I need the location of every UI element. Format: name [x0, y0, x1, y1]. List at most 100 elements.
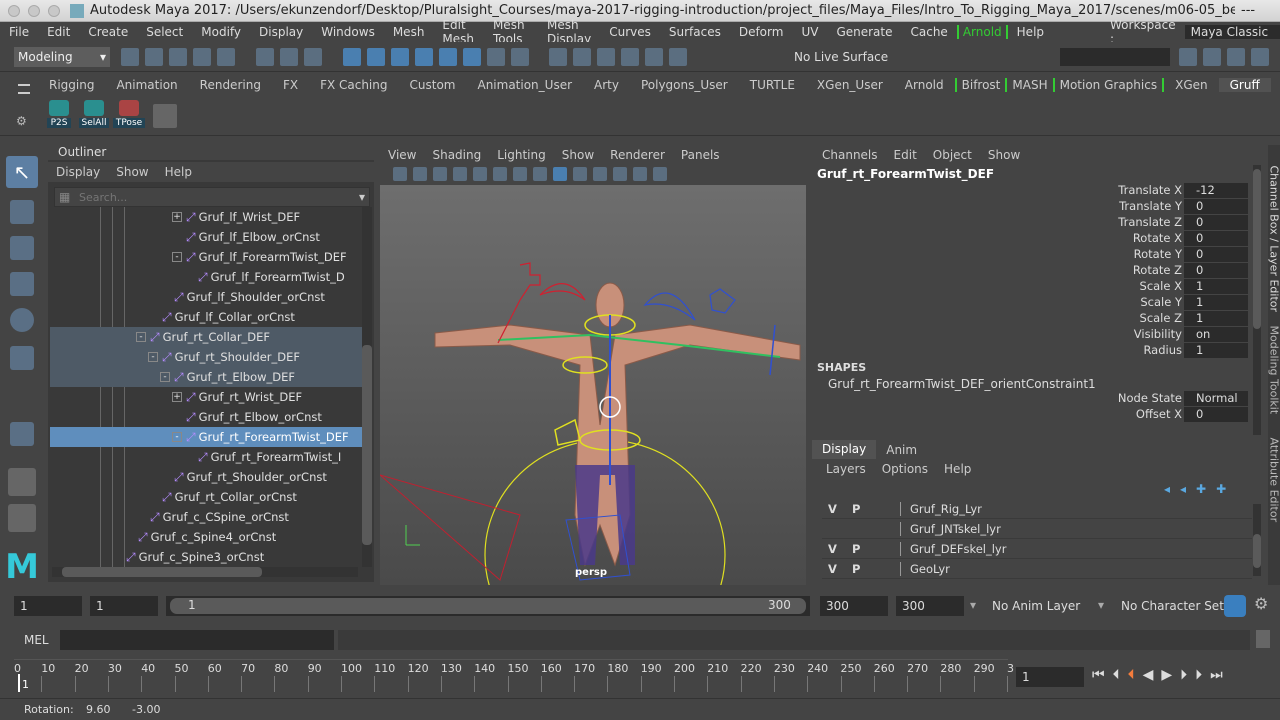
- shelf-menu-icon[interactable]: [18, 84, 30, 94]
- menu-select[interactable]: Select: [137, 25, 192, 39]
- panel-menu-renderer[interactable]: Renderer: [602, 148, 673, 162]
- menu-curves[interactable]: Curves: [600, 25, 660, 39]
- layer-color-swatch[interactable]: [900, 502, 910, 516]
- step-back-frame-icon[interactable]: ⏴: [1128, 667, 1143, 683]
- channel-name[interactable]: Rotate Y: [1134, 247, 1182, 261]
- channel-row[interactable]: Scale Z1: [812, 311, 1252, 327]
- open-scene-icon[interactable]: [145, 48, 163, 66]
- single-perspective-layout-icon[interactable]: [8, 468, 36, 496]
- tab-polygons-user[interactable]: Polygons_User: [630, 78, 739, 92]
- tab-turtle[interactable]: TURTLE: [739, 78, 806, 92]
- minimize-window-button[interactable]: [28, 4, 40, 17]
- channel-value[interactable]: 0: [1184, 263, 1248, 278]
- render-icon[interactable]: [597, 48, 616, 66]
- live-surface-label[interactable]: No Live Surface: [794, 50, 888, 64]
- layer-visibility-toggle[interactable]: V: [828, 562, 844, 576]
- panel-menu-lighting[interactable]: Lighting: [489, 148, 554, 162]
- expand-toggle-icon[interactable]: -: [160, 372, 170, 382]
- layer-tab-anim[interactable]: Anim: [876, 443, 927, 457]
- wireframe-icon[interactable]: [533, 166, 547, 181]
- image-plane-icon[interactable]: [453, 166, 467, 181]
- select-tool-icon[interactable]: ↖: [6, 156, 38, 188]
- script-editor-icon[interactable]: [1256, 630, 1270, 648]
- outliner-scroll-thumb[interactable]: [362, 345, 372, 545]
- bookmark-icon[interactable]: [433, 166, 447, 181]
- playback-settings-icon[interactable]: ⚙: [1254, 594, 1270, 616]
- panel-menu-shading[interactable]: Shading: [424, 148, 489, 162]
- shelf-gear-icon[interactable]: ⚙: [16, 114, 27, 128]
- tab-xgen-user[interactable]: XGen_User: [806, 78, 894, 92]
- layer-color-swatch[interactable]: [900, 542, 910, 556]
- outliner-row[interactable]: ⤢ Gruf_c_Spine3_orCnst: [50, 547, 362, 567]
- playback-start-field[interactable]: 1: [90, 596, 158, 616]
- range-slider[interactable]: 1 300: [166, 596, 810, 616]
- tab-animation-user[interactable]: Animation_User: [466, 78, 583, 92]
- chevron-down-icon[interactable]: ▾: [1098, 598, 1104, 612]
- channel-row[interactable]: Scale Y1: [812, 295, 1252, 311]
- menu-create[interactable]: Create: [79, 25, 137, 39]
- tab-bifrost[interactable]: Bifrost: [954, 78, 1008, 92]
- grid-icon[interactable]: [473, 166, 487, 181]
- snap-point-icon[interactable]: [390, 48, 409, 66]
- channel-row[interactable]: Rotate Y0: [812, 247, 1252, 263]
- channels-menu-edit[interactable]: Edit: [886, 148, 925, 162]
- current-time-marker[interactable]: [18, 674, 20, 692]
- channel-row[interactable]: Scale X1: [812, 279, 1252, 295]
- character-set-select[interactable]: No Character Set: [1121, 599, 1224, 613]
- redo-icon[interactable]: [217, 48, 235, 66]
- channel-row[interactable]: Translate Y0: [812, 199, 1252, 215]
- outliner-row[interactable]: ⤢ Gruf_rt_ForearmTwist_I: [50, 447, 362, 467]
- layer-row[interactable]: Gruf_JNTskel_lyr: [822, 520, 1252, 539]
- smooth-shade-icon[interactable]: [553, 166, 567, 181]
- channel-name[interactable]: Node State: [1118, 391, 1182, 405]
- channel-name[interactable]: Visibility: [1134, 327, 1182, 341]
- close-window-button[interactable]: [8, 4, 20, 17]
- select-component-icon[interactable]: [303, 48, 322, 66]
- time-slider[interactable]: 0 10 20 30 40 50 60 70 80 90 100 110 120 130 140 150 16…: [0, 655, 1280, 695]
- chevron-down-icon[interactable]: ▾: [970, 598, 976, 612]
- channel-name[interactable]: Translate Z: [1118, 215, 1182, 229]
- step-forward-frame-icon[interactable]: ⏵: [1180, 667, 1195, 683]
- select-object-icon[interactable]: [279, 48, 298, 66]
- channel-box-scrollbar[interactable]: [1253, 165, 1261, 435]
- chevron-down-icon[interactable]: ▾: [359, 190, 365, 204]
- channel-row[interactable]: Rotate X0: [812, 231, 1252, 247]
- channel-row[interactable]: Node State Normal: [812, 391, 1252, 407]
- go-to-start-icon[interactable]: ⏮: [1092, 667, 1113, 683]
- textured-icon[interactable]: [573, 166, 587, 181]
- outliner-row[interactable]: ⤢ Gruf_lf_Collar_orCnst: [50, 307, 362, 327]
- outliner-row[interactable]: - ⤢ Gruf_rt_Shoulder_DEF: [50, 347, 362, 367]
- tab-fx-caching[interactable]: FX Caching: [309, 78, 398, 92]
- outliner-row[interactable]: - ⤢ Gruf_rt_ForearmTwist_DEF: [50, 427, 362, 447]
- snap-view-icon[interactable]: [414, 48, 433, 66]
- zoom-window-button[interactable]: [48, 4, 60, 17]
- command-language-label[interactable]: MEL: [24, 633, 49, 647]
- channel-value[interactable]: 0: [1184, 231, 1248, 246]
- range-slider-handle[interactable]: [170, 598, 806, 614]
- layer-name[interactable]: Gruf_Rig_Lyr: [910, 502, 982, 516]
- layer-row[interactable]: V P GeoLyr: [822, 560, 1252, 579]
- outliner-row[interactable]: ⤢ Gruf_lf_ForearmTwist_D: [50, 267, 362, 287]
- layers-menu-help[interactable]: Help: [936, 462, 979, 476]
- layers-menu-layers[interactable]: Layers: [812, 462, 874, 476]
- outliner-row[interactable]: + ⤢ Gruf_lf_Wrist_DEF: [50, 207, 362, 227]
- snap-surface-icon[interactable]: [438, 48, 457, 66]
- channel-name[interactable]: Translate Y: [1119, 199, 1182, 213]
- layer-tab-display[interactable]: Display: [812, 440, 877, 459]
- last-tool-icon[interactable]: [10, 422, 34, 446]
- outliner-vertical-scrollbar[interactable]: [362, 207, 372, 567]
- modeling-toolkit-icon[interactable]: [1179, 48, 1197, 66]
- ipr-icon[interactable]: [621, 48, 640, 66]
- channels-menu-object[interactable]: Object: [925, 148, 980, 162]
- menu-arnold[interactable]: Arnold: [956, 25, 1008, 39]
- outliner-row[interactable]: ⤢ Gruf_lf_Elbow_orCnst: [50, 227, 362, 247]
- channel-box-icon[interactable]: [1251, 48, 1269, 66]
- workspace-select[interactable]: Maya Classic: [1184, 25, 1280, 39]
- xray-icon[interactable]: [633, 166, 647, 181]
- channel-value[interactable]: 1: [1184, 295, 1248, 310]
- layer-playback-toggle[interactable]: P: [852, 502, 868, 516]
- channel-row[interactable]: Visibility on: [812, 327, 1252, 343]
- channel-name[interactable]: Offset X: [1136, 407, 1182, 421]
- menu-uv[interactable]: UV: [792, 25, 827, 39]
- outliner-h-scroll-thumb[interactable]: [62, 567, 262, 577]
